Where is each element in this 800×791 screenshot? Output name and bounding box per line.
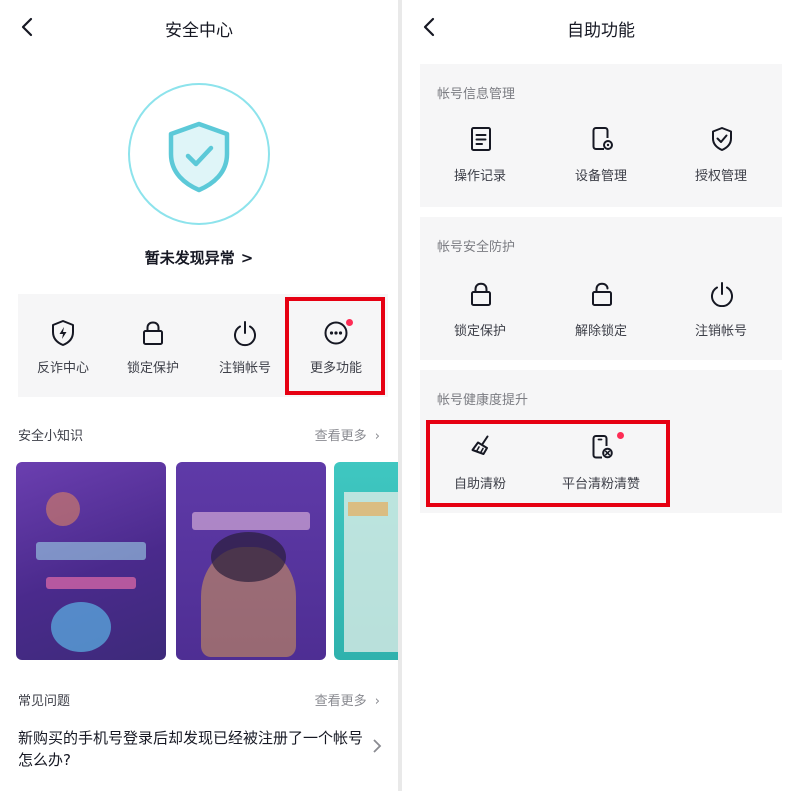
item-label: 注销帐号: [694, 324, 747, 339]
knowledge-card[interactable]: [334, 462, 398, 660]
group-account-info: 帐号信息管理 操作记录 设备管理 授权管理: [420, 64, 782, 207]
highlight-box: [426, 420, 670, 507]
security-center-screen: 安全中心 暂未发现异常> 反诈中心 锁定保护 注销帐号 更多功能 安全小知识: [0, 0, 398, 791]
tool-label: 反诈中心: [36, 361, 89, 376]
security-status-badge: [128, 83, 270, 225]
tool-lock-protect[interactable]: 锁定保护: [108, 294, 198, 397]
lock-protect-item[interactable]: 锁定保护: [420, 281, 540, 351]
power-icon: [234, 321, 256, 347]
deactivate-account-item[interactable]: 注销帐号: [661, 281, 781, 351]
view-more-link[interactable]: 查看更多 ›: [315, 425, 380, 444]
header: 安全中心: [0, 0, 398, 54]
item-label: 锁定保护: [453, 324, 506, 339]
self-service-screen: 自助功能 帐号信息管理 操作记录 设备管理 授权管理 帐号安全防护 锁定保护 解…: [402, 0, 800, 791]
knowledge-carousel[interactable]: [16, 462, 398, 660]
device-management-item[interactable]: 设备管理: [541, 126, 661, 196]
group-title: 帐号信息管理: [437, 87, 516, 102]
header: 自助功能: [402, 0, 800, 54]
item-label: 设备管理: [574, 169, 627, 184]
view-more-link[interactable]: 查看更多 ›: [315, 690, 380, 709]
group-title: 帐号安全防护: [437, 240, 516, 255]
device-settings-icon: [592, 127, 613, 150]
power-icon: [711, 282, 733, 307]
shield-bolt-icon: [52, 320, 74, 346]
page-title: 安全中心: [165, 21, 233, 41]
item-label: 操作记录: [453, 169, 506, 184]
status-text: 暂未发现异常: [144, 249, 235, 267]
unlock-icon: [592, 282, 612, 306]
security-status[interactable]: 暂未发现异常 >: [0, 247, 398, 268]
faq-question[interactable]: 新购买的手机号登录后却发现已经被注册了一个帐号怎么办?: [18, 727, 363, 771]
tool-deactivate-account[interactable]: 注销帐号: [200, 294, 290, 397]
knowledge-section-header: 安全小知识 查看更多 ›: [18, 425, 380, 444]
tool-anti-fraud[interactable]: 反诈中心: [18, 294, 108, 397]
faq-section-header: 常见问题 查看更多 ›: [18, 690, 380, 709]
section-title: 安全小知识: [18, 429, 84, 444]
highlight-box: [285, 297, 385, 395]
lock-icon: [143, 321, 163, 345]
tool-label: 锁定保护: [126, 361, 179, 376]
knowledge-card[interactable]: [16, 462, 166, 660]
shield-check-icon: [712, 127, 732, 151]
item-label: 解除锁定: [574, 324, 627, 339]
document-icon: [471, 127, 491, 151]
authorization-management-item[interactable]: 授权管理: [661, 126, 781, 196]
shield-check-icon: [168, 121, 230, 193]
unlock-item[interactable]: 解除锁定: [541, 281, 661, 351]
chevron-right-icon: ›: [374, 429, 380, 444]
group-account-protection: 帐号安全防护 锁定保护 解除锁定 注销帐号: [420, 217, 782, 360]
chevron-right-icon: >: [240, 249, 254, 267]
chevron-right-icon[interactable]: [372, 738, 382, 754]
operation-log-item[interactable]: 操作记录: [420, 126, 540, 196]
item-label: 授权管理: [694, 169, 747, 184]
section-title: 常见问题: [18, 694, 71, 709]
page-title: 自助功能: [567, 21, 635, 41]
tool-label: 注销帐号: [218, 361, 271, 376]
knowledge-card[interactable]: [176, 462, 326, 660]
lock-icon: [471, 282, 491, 306]
chevron-right-icon: ›: [374, 694, 380, 709]
group-title: 帐号健康度提升: [437, 393, 529, 408]
